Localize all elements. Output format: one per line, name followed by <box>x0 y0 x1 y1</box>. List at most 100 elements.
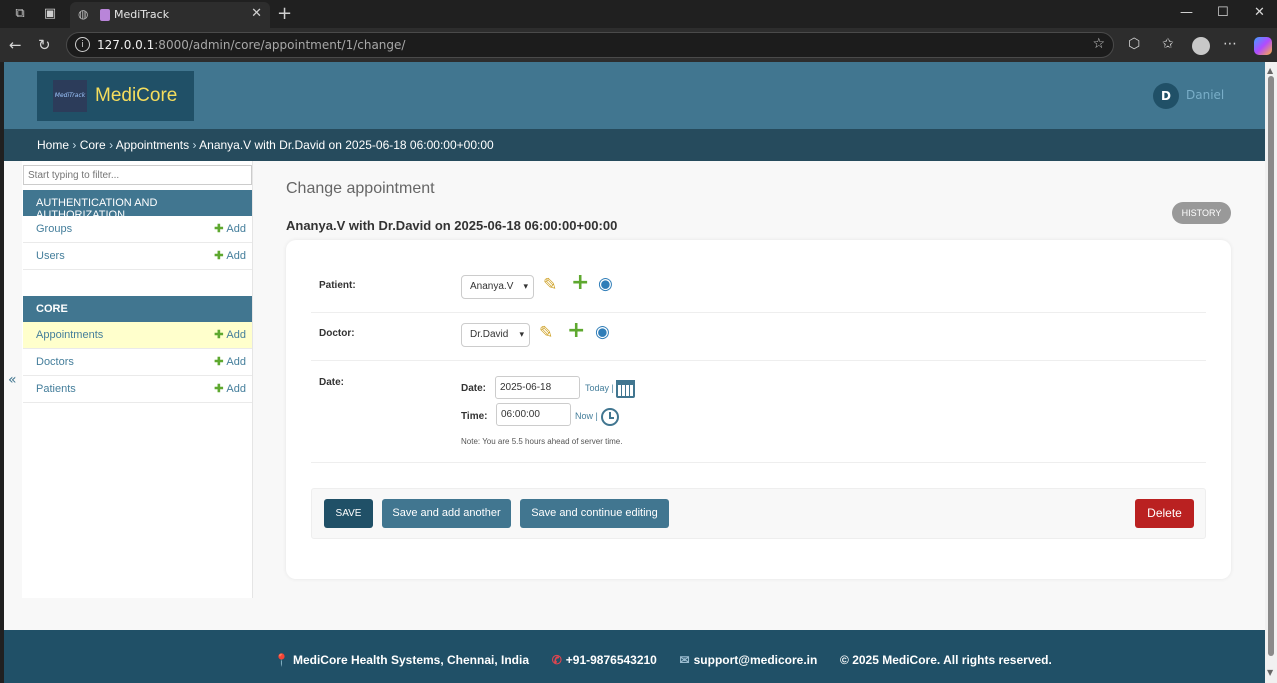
more-menu-icon[interactable]: ⋯ <box>1223 36 1237 52</box>
time-input[interactable]: 06:00:00 <box>496 403 571 426</box>
back-icon[interactable]: ← <box>9 36 22 54</box>
delete-button[interactable]: Delete <box>1135 499 1194 528</box>
plus-icon: ✚ <box>214 329 224 341</box>
patient-label: Patient: <box>319 280 356 291</box>
edit-patient-icon[interactable]: ✎ <box>543 276 557 294</box>
email-icon: ✉ <box>679 653 690 667</box>
now-link[interactable]: Now | <box>575 411 598 421</box>
extensions-icon[interactable]: ⬡ <box>1128 36 1140 52</box>
browser-tab-bar: ⧉ ▣ ◍ MediTrack ✕ + — ☐ ✕ <box>0 0 1277 28</box>
change-form: Patient: Ananya.V ▾ ✎ + ◉ Doctor: Dr.Davi… <box>286 240 1231 579</box>
brand-name: MediCore <box>95 85 178 106</box>
sidebar-item-label[interactable]: Groups <box>36 223 72 235</box>
tab-actions-icon[interactable]: ▣ <box>42 6 58 22</box>
page-scrollbar[interactable]: ▲ ▼ <box>1265 62 1277 683</box>
sidebar-item-appointments: Appointments ✚ Add <box>23 322 252 349</box>
view-doctor-icon[interactable]: ◉ <box>595 323 610 341</box>
module-caption-core[interactable]: CORE <box>23 296 252 322</box>
plus-icon: ✚ <box>214 223 224 235</box>
site-footer: 📍 MediCore Health Systems, Chennai, India… <box>4 630 1265 683</box>
add-user-link[interactable]: ✚ Add <box>214 249 246 262</box>
save-button[interactable]: SAVE <box>324 499 373 528</box>
footer-address: MediCore Health Systems, Chennai, India <box>292 653 530 667</box>
calendar-icon[interactable] <box>616 380 635 398</box>
footer-copyright: © 2025 MediCore. All rights reserved. <box>840 653 1052 667</box>
sidebar-filter-input[interactable] <box>23 165 252 185</box>
browser-tab[interactable]: ◍ MediTrack ✕ <box>70 2 270 28</box>
doctor-label: Doctor: <box>319 328 355 339</box>
logo-icon: MediTrack <box>53 80 87 112</box>
profile-avatar[interactable] <box>1192 37 1210 55</box>
date-sub-label: Date: <box>461 383 487 394</box>
time-sub-label: Time: <box>461 411 488 422</box>
url-input[interactable]: i 127.0.0.1:8000/admin/core/appointment/… <box>66 32 1114 58</box>
user-avatar[interactable]: D <box>1153 83 1179 109</box>
sidebar-item-label[interactable]: Appointments <box>36 329 103 341</box>
breadcrumb-core[interactable]: Core <box>80 138 106 152</box>
sidebar-item-users: Users ✚ Add <box>23 243 252 270</box>
page-viewport: MediTrack MediCore D Daniel Home › Core … <box>4 62 1265 683</box>
breadcrumb-appointments[interactable]: Appointments <box>116 138 189 152</box>
footer-email[interactable]: support@medicore.in <box>694 653 818 667</box>
footer-phone: +91-9876543210 <box>565 653 657 667</box>
add-patient-link[interactable]: ✚ Add <box>214 382 246 395</box>
maximize-icon[interactable]: ☐ <box>1217 5 1229 20</box>
add-doctor-icon[interactable]: + <box>567 320 585 342</box>
sidebar: AUTHENTICATION AND AUTHORIZATION Groups … <box>22 161 253 598</box>
copilot-icon[interactable] <box>1254 37 1272 55</box>
sidebar-item-patients: Patients ✚ Add <box>23 376 252 403</box>
add-doctor-link[interactable]: ✚ Add <box>214 355 246 368</box>
add-appointment-link[interactable]: ✚ Add <box>214 328 246 341</box>
save-continue-button[interactable]: Save and continue editing <box>520 499 669 528</box>
doctor-field-row: Doctor: Dr.David ▾ ✎ + ◉ <box>311 313 1206 361</box>
date-field-row: Date: Date: 2025-06-18 Today | Time: 06:… <box>311 361 1206 463</box>
favorites-icon[interactable]: ✩ <box>1162 36 1174 52</box>
tab-close-icon[interactable]: ✕ <box>251 6 262 21</box>
doctor-select[interactable]: Dr.David ▾ <box>461 323 530 347</box>
user-name[interactable]: Daniel <box>1186 88 1224 102</box>
plus-icon: ✚ <box>214 250 224 262</box>
page-title: Change appointment <box>286 180 435 197</box>
breadcrumb: Home › Core › Appointments › Ananya.V wi… <box>4 129 1265 161</box>
module-caption-auth[interactable]: AUTHENTICATION AND AUTHORIZATION <box>23 190 252 221</box>
today-link[interactable]: Today | <box>585 383 614 393</box>
workspaces-icon[interactable]: ⧉ <box>12 6 28 22</box>
clock-icon[interactable] <box>601 408 619 426</box>
patient-select[interactable]: Ananya.V ▾ <box>461 275 534 299</box>
view-patient-icon[interactable]: ◉ <box>598 275 613 293</box>
breadcrumb-current: Ananya.V with Dr.David on 2025-06-18 06:… <box>199 138 494 152</box>
minimize-icon[interactable]: — <box>1180 5 1193 20</box>
add-group-link[interactable]: ✚ Add <box>214 222 246 235</box>
sidebar-toggle-icon[interactable]: « <box>8 372 17 388</box>
date-label: Date: <box>319 377 345 388</box>
breadcrumb-home[interactable]: Home <box>37 138 69 152</box>
sidebar-item-groups: Groups ✚ Add <box>23 216 252 243</box>
new-tab-icon[interactable]: + <box>277 3 292 24</box>
chevron-down-icon: ▾ <box>523 281 528 291</box>
object-title: Ananya.V with Dr.David on 2025-06-18 06:… <box>286 218 618 233</box>
globe-icon: ◍ <box>78 7 89 21</box>
scroll-thumb[interactable] <box>1268 76 1274 656</box>
phone-icon: ✆ <box>551 653 562 667</box>
favorite-star-icon[interactable]: ☆ <box>1092 36 1105 52</box>
scroll-down-icon[interactable]: ▼ <box>1267 668 1273 677</box>
refresh-icon[interactable]: ↻ <box>38 36 51 54</box>
brand-logo[interactable]: MediTrack MediCore <box>37 71 194 121</box>
add-patient-icon[interactable]: + <box>571 272 589 294</box>
location-pin-icon: 📍 <box>274 653 289 667</box>
sidebar-item-doctors: Doctors ✚ Add <box>23 349 252 376</box>
favicon-icon <box>100 9 110 21</box>
edit-doctor-icon[interactable]: ✎ <box>539 324 553 342</box>
site-info-icon[interactable]: i <box>75 37 90 52</box>
plus-icon: ✚ <box>214 356 224 368</box>
sidebar-item-label[interactable]: Doctors <box>36 356 74 368</box>
date-input[interactable]: 2025-06-18 <box>495 376 580 399</box>
window-close-icon[interactable]: ✕ <box>1254 5 1265 20</box>
scroll-up-icon[interactable]: ▲ <box>1267 66 1273 75</box>
submit-row: SAVE Save and add another Save and conti… <box>311 488 1206 539</box>
save-add-another-button[interactable]: Save and add another <box>382 499 511 528</box>
url-text: 127.0.0.1:8000/admin/core/appointment/1/… <box>97 38 406 52</box>
history-button[interactable]: HISTORY <box>1172 202 1231 224</box>
sidebar-item-label[interactable]: Users <box>36 250 65 262</box>
sidebar-item-label[interactable]: Patients <box>36 383 76 395</box>
